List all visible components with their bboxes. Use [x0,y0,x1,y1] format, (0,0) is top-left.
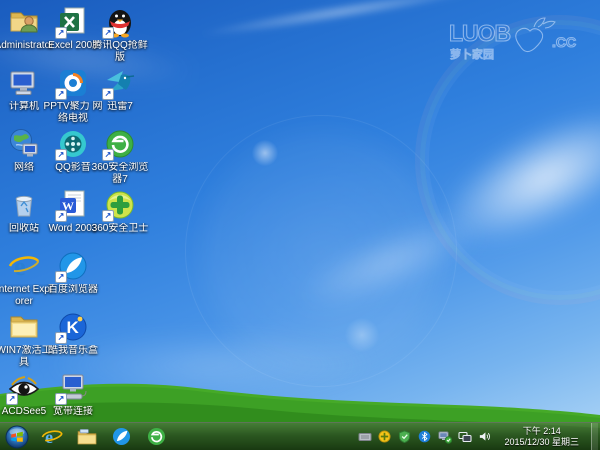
internet-explorer-icon: e [41,427,62,447]
folder-icon [8,311,40,343]
shortcut-arrow-icon: ↗ [55,88,67,100]
acdsee-eye-icon: ↗ [6,372,40,405]
desktop-icon-label: 酷我音乐盒 [48,345,98,356]
desktop-icon-360-safe[interactable]: ↗ 360安全卫士 [92,189,148,247]
baidu-browser-icon: ↗ [55,250,89,283]
network-status-icon[interactable] [437,429,452,444]
tray-clock[interactable]: 下午 2:14 2015/12/30 星期三 [497,426,586,448]
lens-flare [252,140,278,166]
taskbar-360-browser-button[interactable] [139,424,174,450]
excel-icon: ↗ [55,6,89,39]
broadband-icon: ↗ [55,372,89,405]
svg-text:LUOB: LUOB [449,20,511,46]
start-orb-icon [5,425,29,448]
qq-player-icon: ↗ [55,128,89,161]
shortcut-arrow-icon: ↗ [102,27,114,39]
start-button[interactable] [0,423,34,450]
lens-flare [345,318,379,352]
security-shield-icon[interactable] [397,429,412,444]
svg-text:萝卜家园: 萝卜家园 [450,47,494,61]
volume-icon[interactable] [477,429,492,444]
desktop-icon-pptv[interactable]: ↗ PPTV聚力 网络电视 [44,67,102,125]
desktop-icon-label: 腾讯QQ抢鲜版 [92,40,148,63]
desktop-icon-baidu-browser[interactable]: ↗ 百度浏览器 [48,250,98,308]
shortcut-arrow-icon: ↗ [55,271,67,283]
360-browser-icon [147,427,166,446]
shortcut-arrow-icon: ↗ [102,149,114,161]
display-icon[interactable] [457,429,472,444]
desktop-icon-kuwo-music[interactable]: K ↗ 酷我音乐盒 [48,311,98,369]
desktop-icon-recycle-bin[interactable]: 回收站 [0,189,48,247]
desktop-icon-internet-explorer[interactable]: e Internet Explorer [0,250,52,308]
desktop-icon-network[interactable]: 网络 [0,128,48,186]
shortcut-arrow-icon: ↗ [102,88,114,100]
desktop-icon-label: 百度浏览器 [48,284,98,295]
shortcut-arrow-icon: ↗ [6,393,18,405]
thunder-bird-icon: ↗ [102,67,136,100]
user-folder-icon [8,6,40,38]
desktop-icon-computer[interactable]: 计算机 [0,67,48,125]
pptv-icon: ↗ [55,67,89,100]
wallpaper: LUOB .CC 萝卜家园 Administrator 计算机 网络 回收站 e… [0,0,600,450]
svg-text:.CC: .CC [552,34,576,50]
luobo-watermark-logo: LUOB .CC 萝卜家园 [448,17,577,62]
desktop-icon-qq[interactable]: ↗ 腾讯QQ抢鲜版 [92,6,148,64]
clock-time: 下午 2:14 [522,425,561,436]
taskbar-windows-explorer-button[interactable] [69,424,104,450]
clock-date: 2015/12/30 星期三 [504,436,579,447]
desktop-icon-label: 宽带连接 [53,406,93,417]
shortcut-arrow-icon: ↗ [102,210,114,222]
desktop-icon-label: 迅雷7 [107,101,133,112]
input-method-icon[interactable] [357,429,372,444]
shortcut-arrow-icon: ↗ [55,332,67,344]
taskbar: e 下午 2:14 2015/12/30 星期三 [0,422,600,450]
desktop-icon-word-2003[interactable]: W ↗ Word 2003 [49,189,97,247]
desktop-icon-win7-activator[interactable]: WIN7激活工具 [0,311,52,369]
desktop-icon-360-browser[interactable]: ↗ 360安全浏览器7 [92,128,148,186]
taskbar-baidu-browser-button[interactable] [104,424,139,450]
recycle-bin-icon [8,189,40,221]
cloud-streak [200,0,480,42]
shortcut-arrow-icon: ↗ [55,393,67,405]
svg-text:e: e [45,427,53,447]
shortcut-arrow-icon: ↗ [55,210,67,222]
computer-icon [8,67,40,99]
360-browser-icon: ↗ [102,128,136,161]
taskbar-internet-explorer-button[interactable]: e [34,424,69,450]
desktop-icon-administrator[interactable]: Administrator [0,6,53,64]
network-globe-icon [8,128,40,160]
qq-penguin-icon: ↗ [102,6,136,39]
ie-icon: e [8,250,40,282]
show-desktop-button[interactable] [591,422,598,450]
system-tray: 下午 2:14 2015/12/30 星期三 [357,422,600,450]
desktop-icon-label: 360安全卫士 [91,223,149,234]
360-antivirus-icon[interactable] [377,429,392,444]
bluetooth-icon[interactable] [417,429,432,444]
kuwo-music-icon: K ↗ [55,311,89,344]
desktop-icon-thunder7[interactable]: ↗ 迅雷7 [96,67,144,125]
svg-text:e: e [14,252,26,281]
shortcut-arrow-icon: ↗ [55,149,67,161]
desktop-icon-label: 360安全浏览器7 [91,162,149,185]
shortcut-arrow-icon: ↗ [55,27,67,39]
lens-flare [185,115,457,387]
svg-text:K: K [67,318,80,337]
360-safe-icon: ↗ [102,189,136,222]
windows-explorer-folder-icon [77,428,96,444]
word-icon: W ↗ [55,189,89,222]
baidu-browser-icon [112,427,131,446]
